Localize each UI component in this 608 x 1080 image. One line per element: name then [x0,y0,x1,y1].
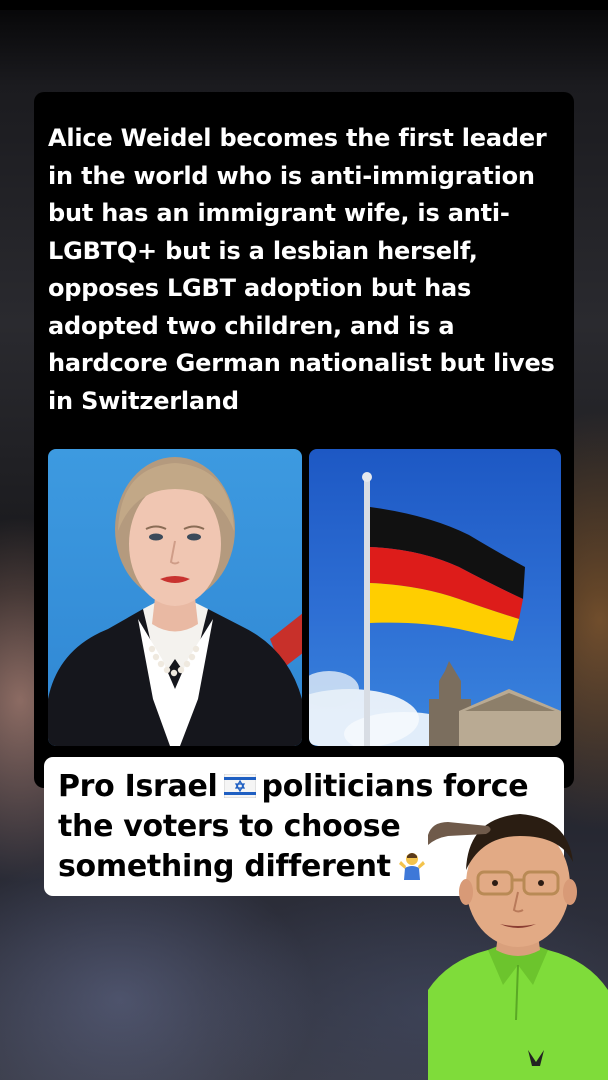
post-text-line: hardcore German nationalist but lives [48,349,555,377]
caption-part: something different [58,849,391,884]
portrait-photo[interactable] [48,449,302,746]
portrait-illustration [48,457,302,746]
person-shrugging-icon [397,850,427,880]
post-text-line: opposes LGBT adoption but has [48,274,472,302]
caption-part: politicians force [261,769,529,804]
post-text-line: in the world who is anti-immigration [48,161,535,190]
caption-part: Pro Israel [58,769,218,804]
post-text-line: LGBTQ+ but is a lesbian herself, [48,236,478,265]
post-text-line: adopted two children, and is a [48,311,455,340]
presenter-video-overlay [428,800,608,1080]
presenter-illustration [428,814,608,1080]
flag-illustration [309,472,561,746]
post-text-line: Alice Weidel becomes the first leader [48,124,547,152]
german-flag-photo[interactable] [309,449,561,746]
post-text: Alice Weidel becomes the first leader in… [48,120,558,420]
post-text-line: but has an immigrant wife, is anti- [48,199,510,227]
israel-flag-icon [223,769,257,799]
post-text-line: in Switzerland [48,386,239,415]
top-bar [0,0,608,10]
